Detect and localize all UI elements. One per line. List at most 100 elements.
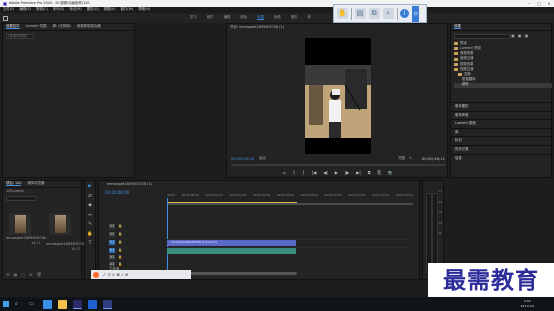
- section-libraries[interactable]: 库: [451, 127, 553, 137]
- lock-icon[interactable]: 🔒: [118, 255, 122, 259]
- audio-clip[interactable]: [167, 248, 296, 254]
- go-to-out-button[interactable]: ▶|: [356, 171, 360, 175]
- program-title[interactable]: 节目: mmexport1609405728 (1): [230, 25, 284, 29]
- work-area-bar[interactable]: [167, 202, 297, 204]
- hand-tool[interactable]: ✋: [87, 232, 93, 238]
- trash-icon[interactable]: 🗑: [37, 273, 42, 277]
- export-frame-button[interactable]: 📷: [388, 171, 393, 175]
- tab-media-browser[interactable]: 媒体浏览器: [27, 181, 44, 185]
- wrench-icon[interactable]: ✎: [409, 156, 412, 160]
- track-target[interactable]: V1: [109, 240, 115, 245]
- tab-effect-controls[interactable]: 效果控件: [6, 24, 20, 30]
- tab-project[interactable]: 项目: 120: [6, 181, 22, 187]
- resolution-select[interactable]: 完整: [398, 156, 405, 160]
- search-icon[interactable]: ⌕: [15, 301, 23, 307]
- step-forward-button[interactable]: |▶: [345, 171, 349, 175]
- lock-icon[interactable]: 🔒: [118, 248, 122, 252]
- lock-icon[interactable]: 🔒: [118, 232, 122, 236]
- track-target[interactable]: A2: [109, 255, 115, 260]
- minimize-icon[interactable]: –: [524, 1, 534, 6]
- section-lumetri-color[interactable]: Lumetri 颜色: [451, 119, 553, 128]
- 32bit-effects-icon[interactable]: ▣: [518, 34, 522, 38]
- track-select-tool[interactable]: ⇄: [88, 194, 92, 200]
- effects-panel-title[interactable]: 效果: [454, 24, 461, 30]
- search-icon[interactable]: ⌕: [382, 8, 394, 19]
- tab-audio[interactable]: 音频: [274, 15, 281, 20]
- lock-icon[interactable]: 🔒: [118, 240, 122, 244]
- start-icon[interactable]: [3, 301, 9, 307]
- menu-markers[interactable]: 标记(M): [69, 7, 81, 11]
- timeline-timecode[interactable]: 00;00;00;00: [105, 191, 129, 195]
- premiere-app-icon[interactable]: [103, 299, 112, 309]
- icon-view-icon[interactable]: ▦: [14, 273, 18, 277]
- track-target[interactable]: A1: [109, 248, 115, 253]
- section-markers[interactable]: 标记: [451, 136, 553, 145]
- video-clip[interactable]: mmexport1609405728 (1).mp4 [V]: [167, 240, 296, 246]
- clip-thumbnail[interactable]: [9, 213, 31, 235]
- zoom-select[interactable]: 适合: [259, 156, 266, 160]
- new-item-icon[interactable]: ⊞: [29, 273, 32, 277]
- menu-clip[interactable]: 剪辑(C): [36, 7, 48, 11]
- menu-file[interactable]: 文件(F): [3, 7, 14, 11]
- tab-learn[interactable]: 学习: [190, 15, 197, 20]
- timeline-scrollbar[interactable]: [167, 272, 413, 275]
- tab-editing[interactable]: 编辑: [224, 15, 231, 20]
- word-app-icon[interactable]: [88, 299, 97, 309]
- helper-logo-icon[interactable]: [93, 271, 99, 278]
- close-icon[interactable]: ×: [544, 1, 554, 6]
- lift-button[interactable]: ⧉: [368, 171, 371, 175]
- pen-tool[interactable]: ✎: [88, 222, 92, 228]
- task-view-icon[interactable]: ▭: [29, 301, 37, 307]
- tab-lumetri-scopes[interactable]: Lumetri 范围: [26, 24, 47, 28]
- mark-out-button[interactable]: }: [302, 171, 305, 175]
- explorer-app-icon[interactable]: [58, 299, 67, 309]
- clip-thumbnail[interactable]: [49, 213, 71, 235]
- premiere-app-icon[interactable]: [73, 299, 82, 309]
- tab-effects[interactable]: 效果: [257, 15, 264, 21]
- lock-icon[interactable]: 🔒: [118, 262, 122, 266]
- selection-tool[interactable]: ▶: [88, 184, 91, 190]
- edge-app-icon[interactable]: [43, 299, 52, 309]
- tab-source[interactable]: 源: (无剪辑): [52, 24, 70, 28]
- extract-button[interactable]: ⎘: [378, 171, 381, 175]
- ripple-edit-tool[interactable]: ◆: [88, 203, 91, 209]
- system-clock[interactable]: 9:46 2021/1/4: [521, 299, 534, 308]
- tab-audio-clip-mixer[interactable]: 音频剪辑混合器: [77, 24, 101, 28]
- step-back-button[interactable]: ◀|: [323, 171, 327, 175]
- section-info[interactable]: 信息: [451, 153, 553, 163]
- effects-search-input[interactable]: [454, 34, 510, 39]
- section-essential-sound[interactable]: 基本声音: [451, 110, 553, 120]
- menu-help[interactable]: 帮助(H): [138, 7, 150, 11]
- tree-item-flip[interactable]: 翻转: [454, 82, 552, 88]
- menu-view[interactable]: 视图(V): [104, 7, 116, 11]
- razor-tool[interactable]: ↔: [88, 213, 92, 219]
- helper-tools[interactable]: ノ ↺ ⊙ ✿ ♪ ⊞: [102, 272, 128, 277]
- program-scrub-bar[interactable]: [231, 164, 445, 166]
- section-essential-graphics[interactable]: 基本图形: [451, 102, 553, 111]
- accelerated-effects-icon[interactable]: ▣: [511, 34, 515, 38]
- go-to-in-button[interactable]: |◀: [312, 171, 316, 175]
- sequence-tab[interactable]: mmexport1609405728 (1): [107, 182, 152, 186]
- yuv-effects-icon[interactable]: ▣: [525, 34, 529, 38]
- folder-icon[interactable]: ▤: [354, 8, 366, 19]
- time-ruler[interactable]: 00;00 00;00;08;00 00;00;16;00 00;00;24;0…: [167, 194, 413, 197]
- clip-selector[interactable]: (未选择剪辑): [6, 34, 34, 39]
- home-icon[interactable]: [3, 15, 8, 21]
- tab-graphics[interactable]: 图形: [291, 15, 298, 20]
- track-target[interactable]: V2: [109, 232, 115, 237]
- menu-edit[interactable]: 编辑(E): [19, 7, 31, 11]
- menu-sequence[interactable]: 序列(S): [53, 7, 65, 11]
- project-search-input[interactable]: [6, 196, 36, 201]
- hand-icon[interactable]: ✋: [337, 8, 348, 19]
- playhead[interactable]: [167, 198, 168, 278]
- tab-color[interactable]: 颜色: [240, 15, 247, 20]
- add-marker-button[interactable]: ⌂: [283, 171, 286, 175]
- tab-libraries[interactable]: 库: [307, 15, 310, 20]
- copy-icon[interactable]: ⧉: [368, 8, 380, 19]
- play-button[interactable]: ▶: [335, 171, 338, 175]
- ruler-bar[interactable]: [167, 203, 413, 205]
- playhead-timecode[interactable]: 00;00;00;00: [231, 157, 254, 161]
- menu-graphics[interactable]: 图形(G): [87, 7, 99, 11]
- mark-in-button[interactable]: {: [293, 171, 296, 175]
- info-icon[interactable]: i: [400, 9, 410, 18]
